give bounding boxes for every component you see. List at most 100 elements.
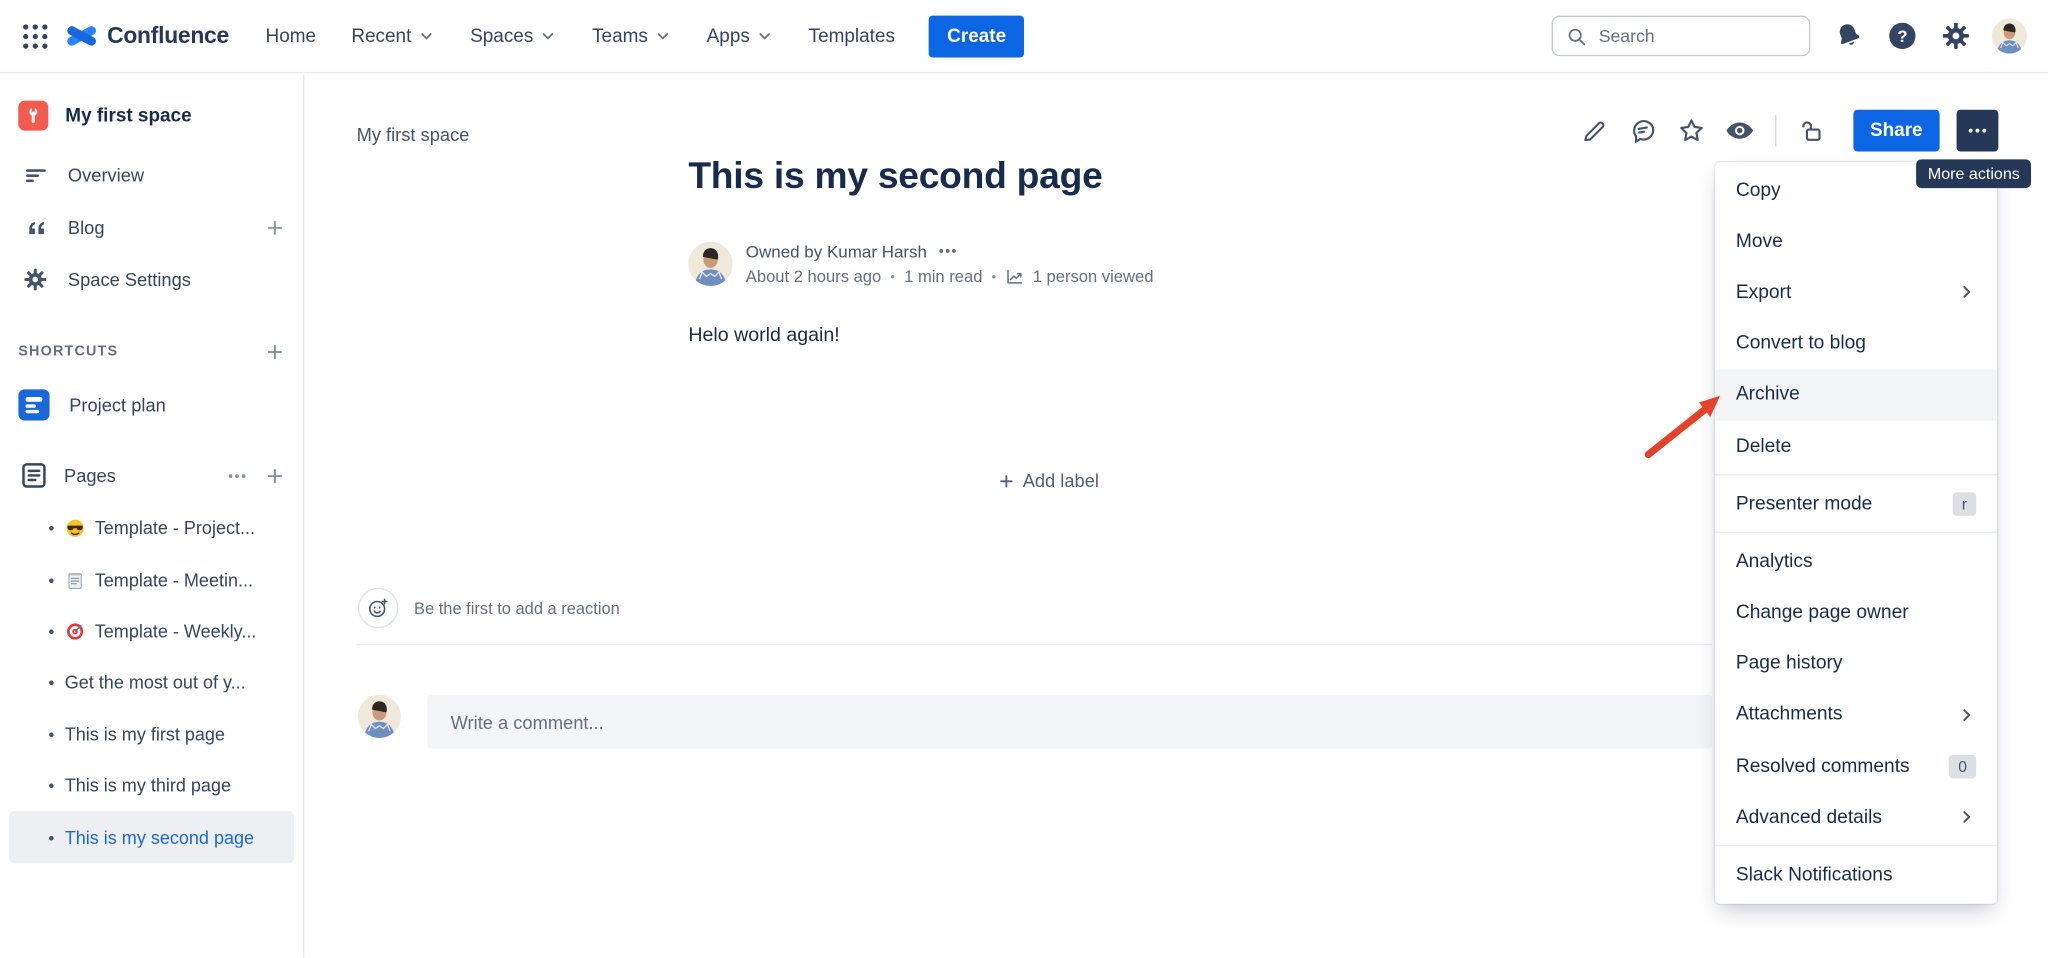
- menu-item-convert-to-blog[interactable]: Convert to blog: [1715, 318, 1997, 369]
- add-label-button[interactable]: Add label: [998, 470, 1099, 491]
- nav-item-teams[interactable]: Teams: [592, 25, 671, 46]
- menu-item-export[interactable]: Export: [1715, 267, 1997, 318]
- nav-item-label: Spaces: [470, 25, 533, 46]
- add-shortcut-plus-icon[interactable]: [265, 342, 285, 362]
- page-title: This is my second page: [688, 155, 1102, 198]
- shortcuts-section-header: SHORTCUTS: [0, 340, 303, 364]
- menu-item-badge: r: [1953, 492, 1977, 516]
- svg-text:?: ?: [1897, 27, 1907, 46]
- page-tree: • Template - Project... •Template - Meetin…: [0, 503, 303, 863]
- byline-more-icon[interactable]: •••: [939, 244, 958, 260]
- add-reaction-icon[interactable]: [358, 588, 398, 628]
- page-tree-item-label: Template - Project...: [95, 519, 255, 539]
- menu-item-attachments[interactable]: Attachments: [1715, 689, 1997, 740]
- menu-item-label: Change page owner: [1736, 602, 1976, 623]
- help-icon[interactable]: ?: [1886, 20, 1917, 51]
- confluence-logo-text: Confluence: [107, 22, 229, 49]
- people-viewed-text[interactable]: 1 person viewed: [1033, 268, 1154, 286]
- menu-item-label: Move: [1736, 231, 1976, 252]
- notepad-emoji: [65, 570, 85, 590]
- dart-emoji: [65, 622, 85, 642]
- menu-item-label: Presenter mode: [1736, 493, 1953, 514]
- tree-bullet: •: [48, 572, 54, 589]
- chevron-right-icon: [1957, 283, 1977, 303]
- menu-item-resolved-comments[interactable]: Resolved comments0: [1715, 741, 1997, 792]
- menu-item-label: Analytics: [1736, 551, 1976, 572]
- topbar-right-cluster: ?: [1552, 16, 2025, 56]
- sidebar-item-overview[interactable]: Overview: [0, 149, 303, 201]
- menu-item-move[interactable]: Move: [1715, 216, 1997, 267]
- confluence-logo[interactable]: Confluence: [65, 20, 229, 53]
- unlocked-icon[interactable]: [1796, 115, 1827, 146]
- shortcut-item-project-plan[interactable]: Project plan: [0, 379, 303, 431]
- menu-item-page-history[interactable]: Page history: [1715, 638, 1997, 689]
- menu-item-archive[interactable]: Archive: [1715, 369, 1997, 420]
- share-button[interactable]: Share: [1853, 110, 1940, 152]
- sidebar-item-label: Space Settings: [68, 269, 285, 290]
- tree-bullet: •: [48, 726, 54, 743]
- app-switcher-grid-icon[interactable]: [18, 19, 52, 53]
- nav-item-home[interactable]: Home: [266, 25, 317, 46]
- tree-bullet: •: [48, 520, 54, 537]
- tree-bullet: •: [48, 777, 54, 794]
- pages-icon: [18, 460, 49, 491]
- menu-group: Analytics Change page owner Page historyAt…: [1715, 532, 1997, 846]
- tree-bullet: •: [48, 623, 54, 640]
- page-tree-item-get-the-most-out-of-y[interactable]: •Get the most out of y...: [9, 657, 294, 708]
- sidebar-item-blog[interactable]: Blog: [0, 201, 303, 253]
- menu-item-delete[interactable]: Delete: [1715, 420, 1997, 471]
- comments-bubble-icon[interactable]: [1627, 115, 1658, 146]
- menu-item-change-page-owner[interactable]: Change page owner: [1715, 587, 1997, 638]
- owned-by-text[interactable]: Owned by Kumar Harsh: [746, 242, 927, 262]
- breadcrumb[interactable]: My first space: [357, 124, 470, 145]
- menu-item-slack-notifications[interactable]: Slack Notifications: [1715, 850, 1997, 901]
- more-actions-button[interactable]: [1957, 110, 1999, 152]
- pages-section-row[interactable]: Pages: [0, 449, 303, 501]
- tree-bullet: •: [48, 829, 54, 846]
- notifications-bell-icon[interactable]: [1832, 20, 1863, 51]
- nav-item-templates[interactable]: Templates: [809, 25, 895, 46]
- chevron-down-icon: [756, 27, 773, 44]
- page-tree-item-template-meetin[interactable]: •Template - Meetin...: [9, 554, 294, 605]
- byline: Owned by Kumar Harsh ••• About 2 hours a…: [688, 242, 1153, 286]
- menu-item-presenter-mode[interactable]: Presenter moder: [1715, 478, 1997, 529]
- create-button[interactable]: Create: [929, 15, 1025, 57]
- page-tree-item-this-is-my-first-page[interactable]: •This is my first page: [9, 709, 294, 760]
- space-header[interactable]: My first space: [0, 74, 303, 130]
- page-tree-item-this-is-my-second-page[interactable]: •This is my second page: [9, 812, 294, 863]
- page-tree-item-this-is-my-third-page[interactable]: •This is my third page: [9, 760, 294, 811]
- more-ellipsis-icon: [1966, 119, 1990, 143]
- chevron-down-icon: [654, 27, 671, 44]
- page-tree-item-template-project[interactable]: • Template - Project...: [9, 503, 294, 554]
- menu-item-label: Slack Notifications: [1736, 865, 1976, 886]
- nav-item-recent[interactable]: Recent: [351, 25, 435, 46]
- menu-item-advanced-details[interactable]: Advanced details: [1715, 792, 1997, 843]
- search-input[interactable]: [1596, 25, 1832, 47]
- add-blog-plus-icon[interactable]: [265, 217, 285, 237]
- tree-bullet: •: [48, 674, 54, 691]
- nav-item-apps[interactable]: Apps: [707, 25, 774, 46]
- user-avatar[interactable]: [1993, 20, 2024, 51]
- menu-item-analytics[interactable]: Analytics: [1715, 536, 1997, 587]
- settings-gear-icon[interactable]: [1940, 20, 1971, 51]
- nav-item-label: Apps: [707, 25, 750, 46]
- owner-avatar[interactable]: [688, 242, 732, 286]
- chevron-down-icon: [418, 27, 435, 44]
- read-time-text: 1 min read: [904, 268, 982, 286]
- star-icon[interactable]: [1675, 115, 1706, 146]
- menu-group: CopyMoveExportConvert to blogArchiveDele…: [1715, 162, 1997, 474]
- page-tree-item-template-weekly[interactable]: •Template - Weekly...: [9, 606, 294, 657]
- pages-more-ellipsis-icon[interactable]: [226, 464, 248, 486]
- add-page-plus-icon[interactable]: [265, 466, 285, 486]
- sidebar-item-space-settings[interactable]: Space Settings: [0, 253, 303, 305]
- nav-item-spaces[interactable]: Spaces: [470, 25, 557, 46]
- comment-row: Write a comment...: [358, 695, 1712, 749]
- nav-item-label: Teams: [592, 25, 648, 46]
- comment-input[interactable]: Write a comment...: [427, 695, 1712, 749]
- menu-group: Presenter moder: [1715, 474, 1997, 532]
- confluence-logo-icon: [65, 20, 98, 53]
- watching-eye-icon[interactable]: [1724, 115, 1755, 146]
- global-search[interactable]: [1552, 16, 1811, 56]
- action-bar-divider: [1775, 115, 1776, 146]
- edit-pencil-icon[interactable]: [1579, 115, 1610, 146]
